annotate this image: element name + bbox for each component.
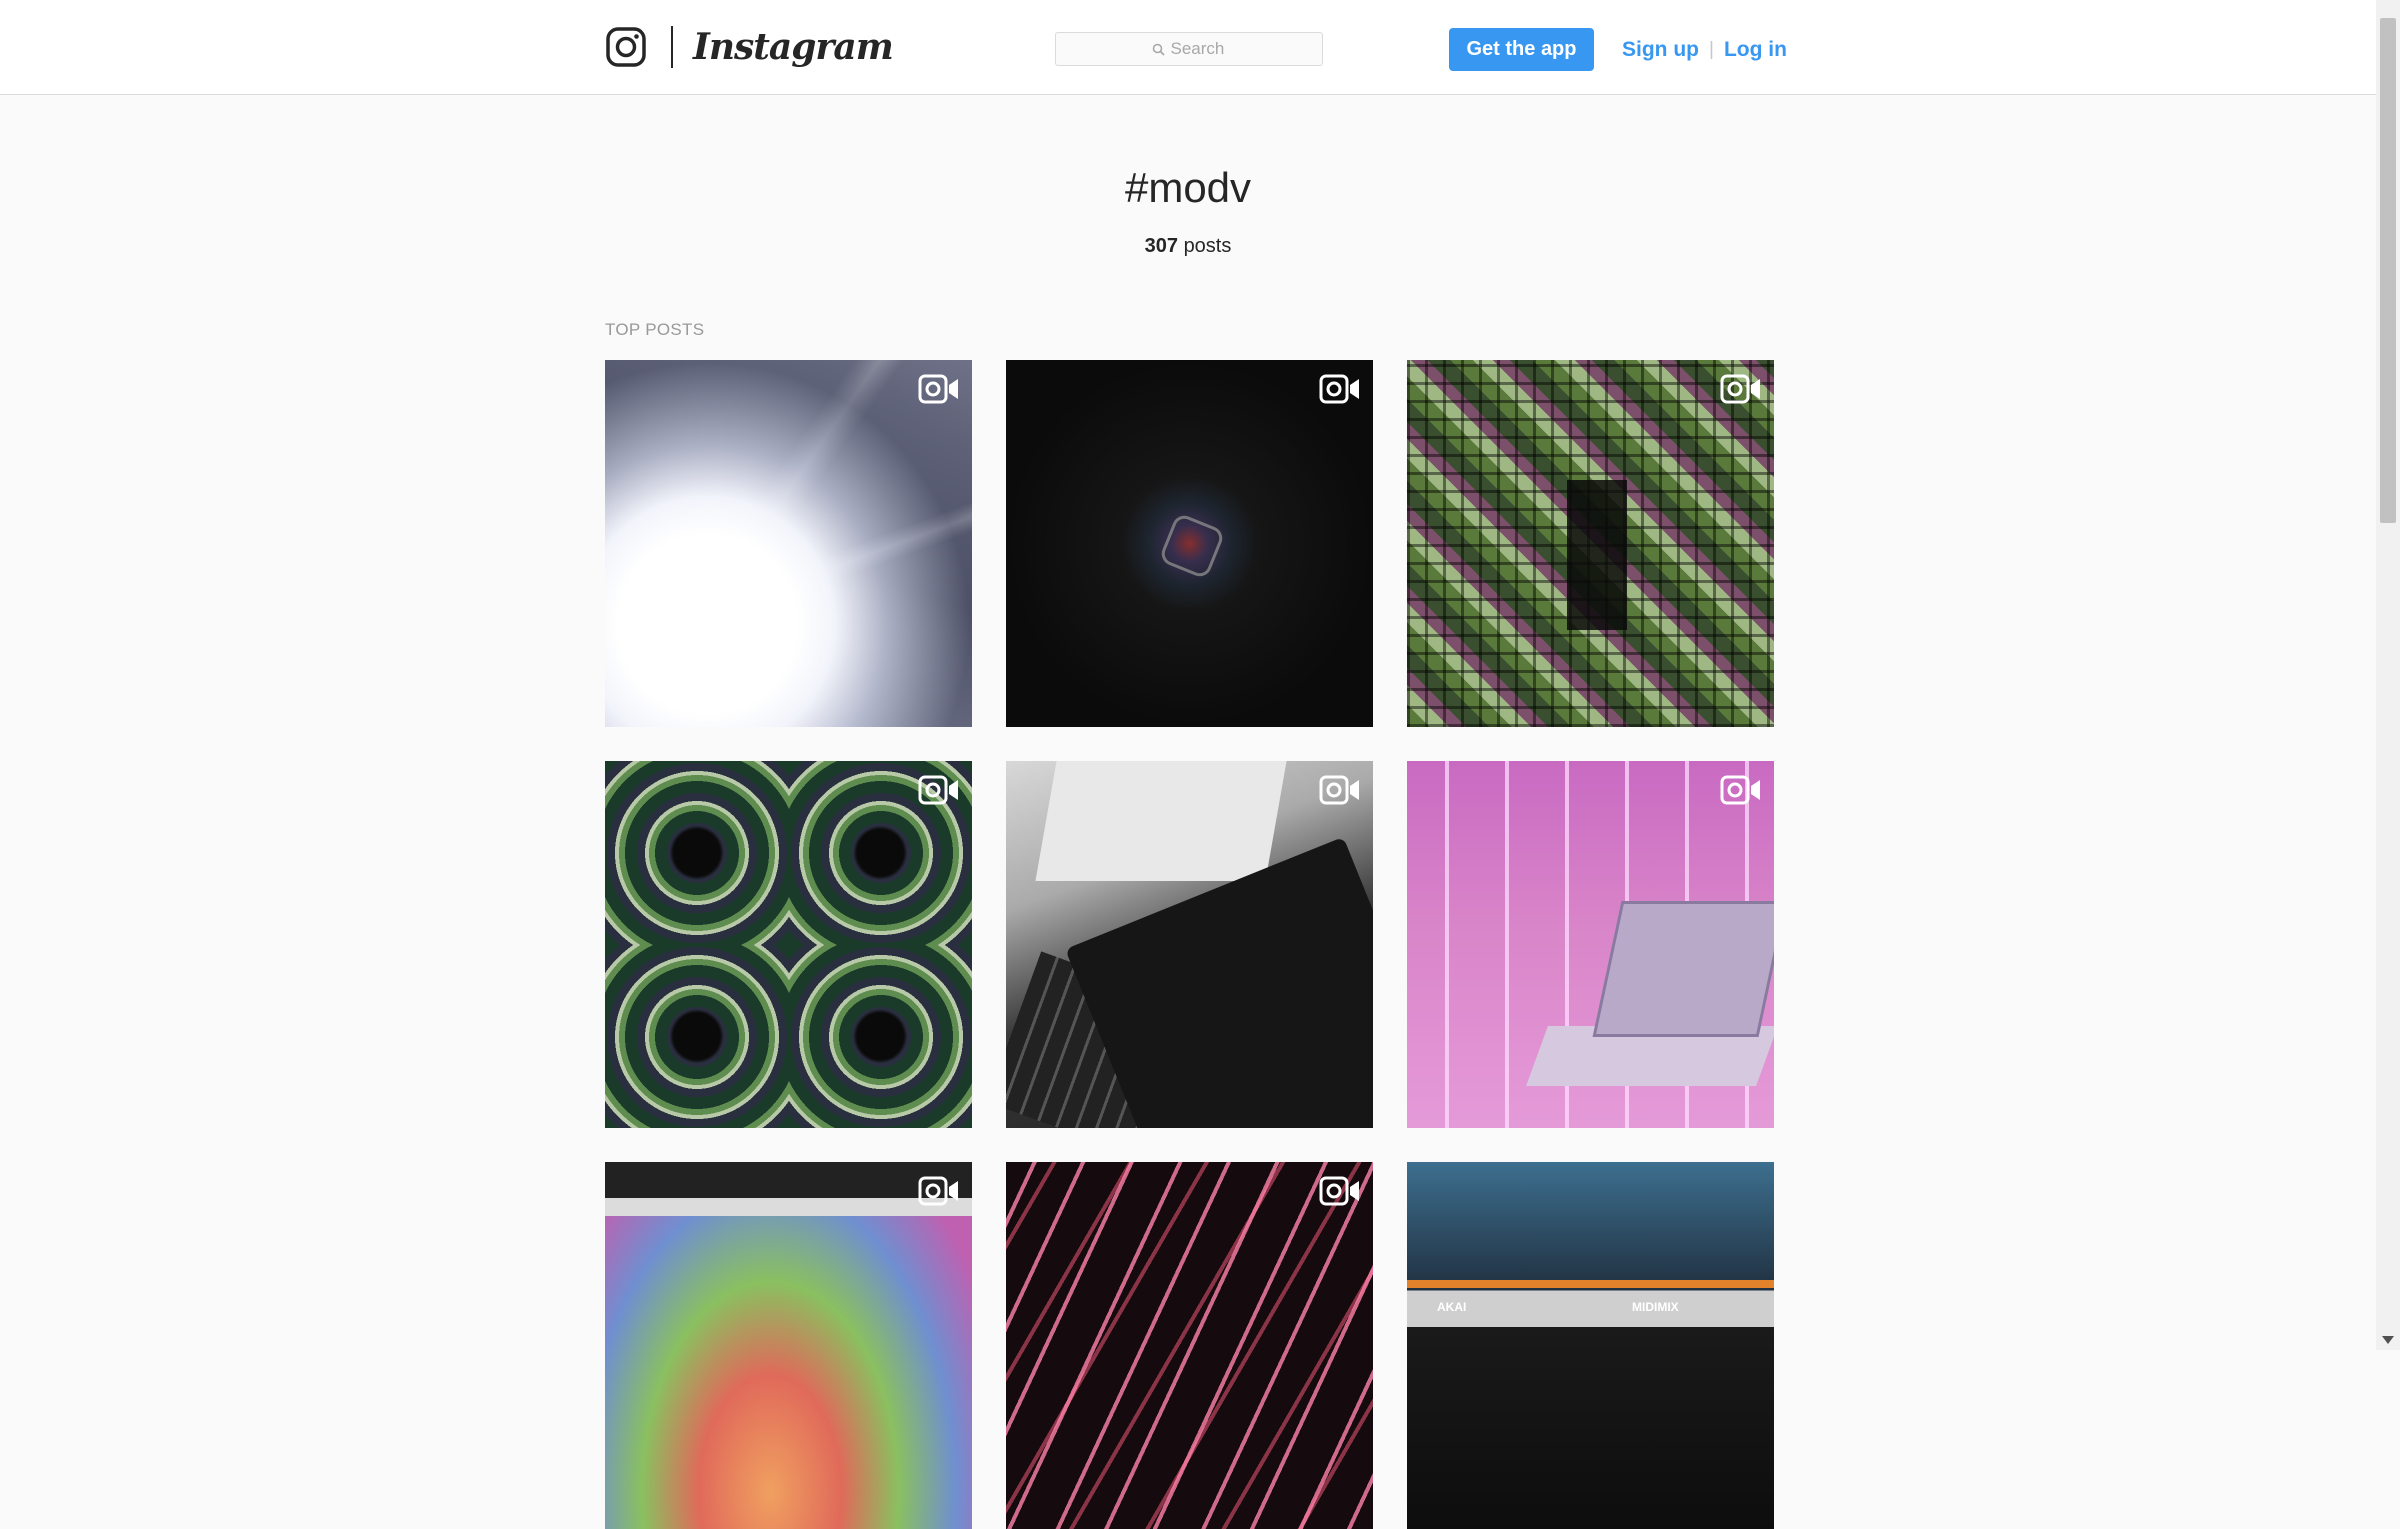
post-thumbnail[interactable] [1407, 360, 1774, 727]
scrollbar-thumb[interactable] [2380, 18, 2396, 523]
log-in-link[interactable]: Log in [1724, 38, 1787, 62]
post-count-suffix: posts [1183, 235, 1232, 257]
thumbnail-shape [1592, 901, 1774, 1037]
photo-text-akai: AKAI [1437, 1300, 1467, 1314]
scroll-down-arrow-icon[interactable] [2382, 1336, 2394, 1344]
thumbnail-shape [1407, 1280, 1774, 1288]
post-thumbnail[interactable] [1006, 761, 1373, 1128]
video-camera-icon [918, 775, 958, 805]
video-camera-icon [1720, 775, 1760, 805]
search-box[interactable] [1055, 32, 1323, 66]
thumbnail-shape [1567, 480, 1627, 630]
video-camera-icon [918, 374, 958, 404]
sign-up-link[interactable]: Sign up [1622, 38, 1699, 62]
thumbnail-shape [1035, 761, 1287, 881]
top-nav-bar: Instagram Get the app Sign up | Log in [0, 0, 2376, 95]
logo-divider [671, 26, 673, 68]
search-icon [1152, 43, 1165, 56]
photo-text-midimix: MIDIMIX [1632, 1300, 1679, 1314]
post-thumbnail[interactable] [1006, 1162, 1373, 1529]
instagram-camera-logo-icon[interactable] [606, 27, 646, 67]
hashtag-title: #modv [1124, 164, 1252, 211]
top-posts-label: TOP POSTS [605, 320, 705, 339]
post-thumbnail[interactable]: AKAI MIDIMIX [1407, 1162, 1774, 1529]
thumbnail-shape [1158, 512, 1226, 580]
video-camera-icon [1720, 374, 1760, 404]
auth-links: Sign up | Log in [1622, 33, 1787, 67]
post-count: 307 posts [0, 235, 2376, 258]
post-thumbnail[interactable] [1407, 761, 1774, 1128]
post-count-number: 307 [1144, 235, 1178, 257]
post-thumbnail[interactable] [1006, 360, 1373, 727]
instagram-wordmark[interactable]: Instagram [693, 22, 894, 72]
get-the-app-button[interactable]: Get the app [1449, 28, 1594, 71]
search-input[interactable] [1170, 39, 1227, 59]
post-thumbnail[interactable] [605, 761, 972, 1128]
page-scrollbar[interactable] [2376, 0, 2400, 1350]
video-camera-icon [1319, 775, 1359, 805]
video-camera-icon [918, 1176, 958, 1206]
video-camera-icon [1319, 374, 1359, 404]
post-thumbnail[interactable] [605, 1162, 972, 1529]
auth-separator: | [1709, 39, 1714, 60]
post-thumbnail[interactable] [605, 360, 972, 727]
video-camera-icon [1319, 1176, 1359, 1206]
